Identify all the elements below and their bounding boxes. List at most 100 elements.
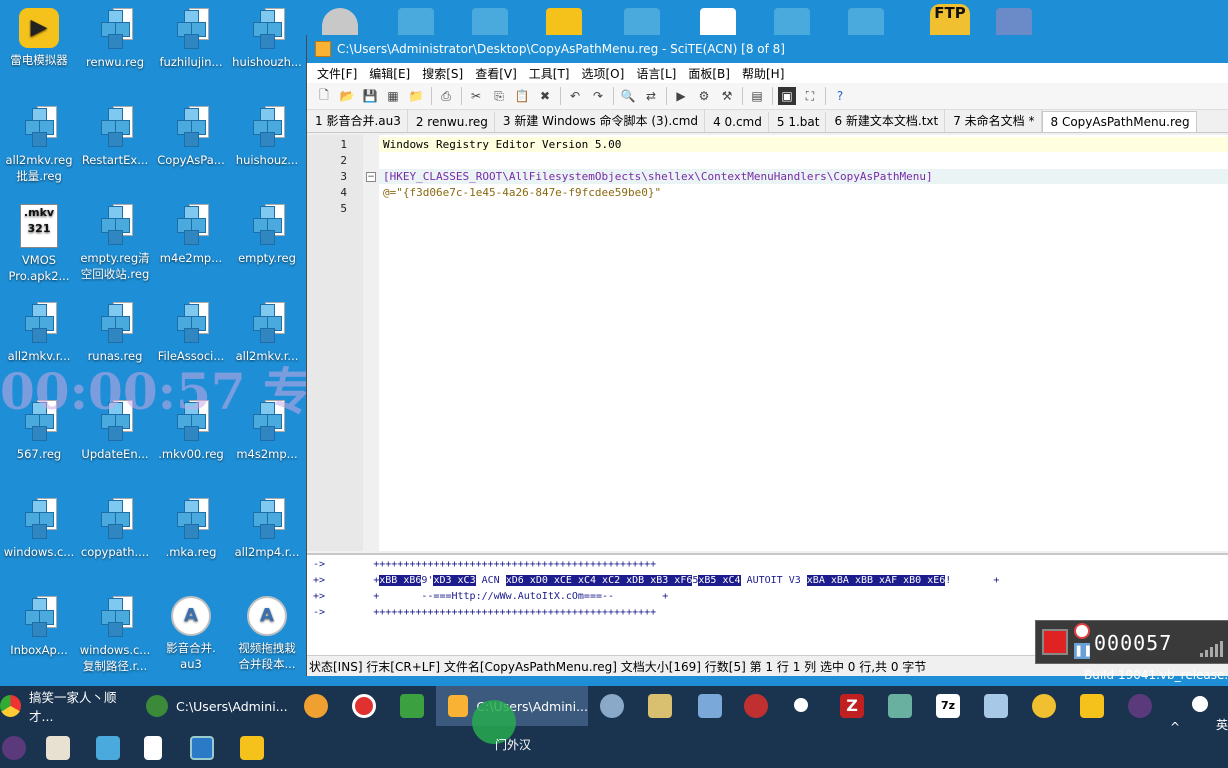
desktop-icon[interactable]: empty.reg — [230, 204, 304, 266]
tab-1[interactable]: 1 影音合并.au3 — [307, 109, 408, 132]
7zip-icon[interactable]: 7z — [936, 694, 960, 718]
monitor-app-icon[interactable] — [888, 694, 912, 718]
display-app-icon[interactable] — [984, 694, 1008, 718]
cut-icon[interactable]: ✂ — [467, 87, 485, 105]
nox-app-icon[interactable] — [2, 736, 26, 760]
tab-4[interactable]: 4 0.cmd — [705, 112, 769, 132]
tray-circle-icon[interactable] — [1192, 696, 1208, 712]
menu-view[interactable]: 查看[V] — [469, 65, 523, 82]
tab-8-active[interactable]: 8 CopyAsPathMenu.reg — [1041, 111, 1197, 132]
page-icon[interactable]: ▤ — [748, 87, 766, 105]
find-icon[interactable]: 🔍 — [619, 87, 637, 105]
open-recent-icon[interactable]: 📁 — [407, 87, 425, 105]
filezilla-icon[interactable]: Z — [840, 694, 864, 718]
menu-language[interactable]: 语言[L] — [630, 65, 682, 82]
menu-help[interactable]: 帮助[H] — [736, 65, 790, 82]
reg-app-icon[interactable] — [96, 736, 120, 760]
desktop-icon[interactable]: renwu.reg — [78, 8, 152, 70]
code-editor[interactable]: 1 2 3 4 5 − Windows Registry Editor Vers… — [307, 135, 1228, 551]
search-app-icon[interactable] — [304, 694, 328, 718]
ftp-icon-label[interactable]: FTP — [930, 4, 970, 35]
undo-icon[interactable]: ↶ — [566, 87, 584, 105]
tab-3[interactable]: 3 新建 Windows 命令脚本 (3).cmd — [495, 109, 706, 132]
document-app-icon[interactable] — [144, 736, 162, 760]
output-pane-icon[interactable]: ▣ — [778, 87, 796, 105]
red-app-icon[interactable] — [46, 736, 70, 760]
ladybug-app-icon[interactable] — [744, 694, 768, 718]
text-file-icon[interactable] — [700, 8, 736, 35]
print-icon[interactable]: ⎙ — [437, 87, 455, 105]
save-all-icon[interactable]: ▦ — [384, 87, 402, 105]
replace-icon[interactable]: ⇄ — [642, 87, 660, 105]
scite-window[interactable]: C:\Users\Administrator\Desktop\CopyAsPat… — [306, 35, 1228, 676]
redo-icon[interactable]: ↷ — [589, 87, 607, 105]
network-app-icon[interactable] — [400, 694, 424, 718]
reg-file-icon[interactable] — [774, 8, 810, 35]
ldplayer-icon[interactable] — [546, 8, 582, 35]
autoit-app-icon[interactable] — [600, 694, 624, 718]
menu-search[interactable]: 搜索[S] — [416, 65, 469, 82]
reg-file-icon[interactable] — [996, 8, 1032, 35]
tab-2[interactable]: 2 renwu.reg — [408, 112, 495, 132]
fold-margin[interactable]: − — [363, 135, 379, 551]
fullscreen-icon[interactable]: ⛶ — [801, 87, 819, 105]
screen-recorder-widget[interactable]: ❚❚ 000057 — [1035, 620, 1228, 664]
reg-file-icon[interactable] — [624, 8, 660, 35]
desktop-icon[interactable]: all2mkv.reg 批量.reg — [2, 106, 76, 184]
record-app-icon[interactable] — [352, 694, 376, 718]
desktop-icon[interactable]: CopyAsPa... — [154, 106, 228, 168]
desktop-icon[interactable]: huishouzh... — [230, 8, 304, 70]
desktop-icon[interactable]: InboxAp... — [2, 596, 76, 658]
stop-record-button[interactable] — [1042, 629, 1068, 655]
menu-tools[interactable]: 工具[T] — [523, 65, 576, 82]
taskbar-task-explorer[interactable]: C:\Users\Admini... — [140, 686, 292, 726]
nox-app-icon[interactable] — [1128, 694, 1152, 718]
desktop-icon[interactable]: windows.c... 复制路径.r... — [78, 596, 152, 674]
desktop-icon[interactable]: .mkv 321 VMOS Pro.apk2... — [2, 204, 76, 284]
desktop-icon[interactable]: huishouz... — [230, 106, 304, 168]
copy-icon[interactable]: ⎘ — [490, 87, 508, 105]
desktop-icon[interactable]: A 视频拖拽栽 合并段本... — [230, 596, 304, 672]
magnifier-app-icon[interactable] — [648, 694, 672, 718]
ldplayer-app-icon[interactable] — [240, 736, 264, 760]
open-folder-icon[interactable]: 📂 — [338, 87, 356, 105]
desktop-icon[interactable]: m4e2mp... — [154, 204, 228, 266]
compile-icon[interactable]: ⚙ — [695, 87, 713, 105]
paste-icon[interactable]: 📋 — [513, 87, 531, 105]
new-file-icon[interactable]: 🗋 — [315, 87, 333, 105]
run-icon[interactable]: ▶ — [672, 87, 690, 105]
window-app-icon[interactable] — [190, 736, 214, 760]
menu-edit[interactable]: 编辑[E] — [363, 65, 416, 82]
fold-toggle-icon[interactable]: − — [366, 172, 376, 182]
autoit-icon[interactable] — [322, 8, 358, 35]
menu-options[interactable]: 选项[O] — [576, 65, 631, 82]
tab-5[interactable]: 5 1.bat — [769, 112, 827, 132]
dot-app-icon[interactable] — [794, 698, 808, 712]
tab-6[interactable]: 6 新建文本文档.txt — [826, 109, 946, 132]
menu-panel[interactable]: 面板[B] — [682, 65, 736, 82]
save-icon[interactable]: 💾 — [361, 87, 379, 105]
desktop-icon[interactable]: all2mp4.r... — [230, 498, 304, 560]
desktop-icon[interactable]: ▶ 雷电模拟器 — [2, 8, 76, 68]
desktop-icon[interactable]: empty.reg清 空回收站.reg — [78, 204, 152, 282]
desktop-icon[interactable]: .mka.reg — [154, 498, 228, 560]
desktop-icon[interactable]: A 影音合并. au3 — [154, 596, 228, 672]
taskbar-task-chrome[interactable]: 搞笑一家人丶顺才... — [0, 686, 136, 726]
reg-file-icon[interactable] — [472, 8, 508, 35]
reg-file-icon[interactable] — [848, 8, 884, 35]
delete-icon[interactable]: ✖ — [536, 87, 554, 105]
tray-language[interactable]: 英 — [1216, 716, 1228, 733]
desktop-icon[interactable]: RestartEx... — [78, 106, 152, 168]
tab-7[interactable]: 7 未命名文档 * — [945, 109, 1042, 132]
menu-file[interactable]: 文件[F] — [311, 65, 363, 82]
pause-icon[interactable]: ❚❚ — [1074, 643, 1092, 659]
box-app-icon[interactable] — [698, 694, 722, 718]
reg-file-icon[interactable] — [398, 8, 434, 35]
tray-chevron-icon[interactable]: ^ — [1170, 720, 1186, 736]
build-icon[interactable]: ⚒ — [718, 87, 736, 105]
ldplayer-app-icon[interactable] — [1080, 694, 1104, 718]
desktop-icon[interactable]: windows.c... — [2, 498, 76, 560]
title-bar[interactable]: C:\Users\Administrator\Desktop\CopyAsPat… — [307, 35, 1228, 63]
ftp-app-icon[interactable] — [1032, 694, 1056, 718]
desktop-icon[interactable]: fuzhilujin... — [154, 8, 228, 70]
